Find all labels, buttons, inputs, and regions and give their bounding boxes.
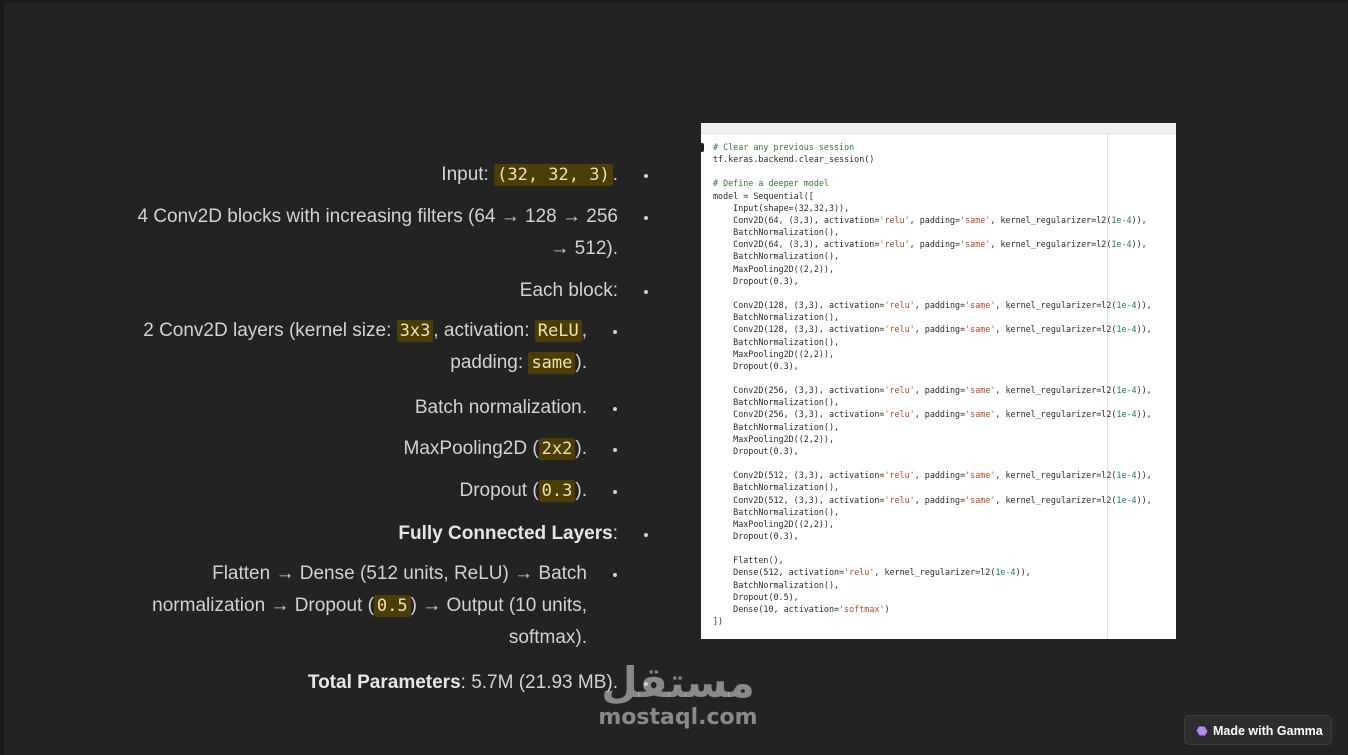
each-block-label: Each block: <box>519 280 618 301</box>
conv-blocks-line2: → 512). <box>550 238 618 259</box>
dropout-suffix: ). <box>575 480 587 501</box>
watermark-arabic: مستقل <box>601 658 755 707</box>
maxpool-label: MaxPooling2D ( <box>403 438 539 459</box>
maxpool-size-code: 2x2 <box>538 438 576 460</box>
conv-blocks-line1: 4 Conv2D blocks with increasing filters … <box>137 206 618 227</box>
bullet-dot <box>613 573 617 577</box>
dropout-label: Dropout ( <box>459 480 539 501</box>
maxpool-suffix: ). <box>575 438 587 459</box>
notebook-cell-header <box>701 123 1176 134</box>
conv-layers-line1: 2 Conv2D layers (kernel size: 3x3, activ… <box>143 315 587 347</box>
bullet-conv-layers: 2 Conv2D layers (kernel size: 3x3, activ… <box>143 315 587 379</box>
made-with-gamma-badge[interactable]: Made with Gamma <box>1184 715 1332 745</box>
bullet-dot <box>644 290 648 294</box>
bullet-dot <box>644 533 648 537</box>
flatten-line3: softmax). <box>508 627 587 648</box>
conv-layers-line2: padding: same). <box>143 347 587 379</box>
bullet-dot <box>613 490 617 494</box>
conv-layers-suffix: ). <box>575 352 587 373</box>
activation-code: ReLU <box>534 320 582 342</box>
gamma-logo-icon <box>1195 724 1209 738</box>
bullet-dot <box>613 330 617 334</box>
bullet-dot <box>644 174 648 178</box>
bullet-each-block: Each block: <box>520 275 618 307</box>
code-block: # Clear any previous session tf.keras.ba… <box>713 142 1152 627</box>
bullet-dot <box>613 448 617 452</box>
fully-connected-heading: Fully Connected Layers <box>398 523 613 544</box>
bullet-conv-blocks: 4 Conv2D blocks with increasing filters … <box>137 201 618 265</box>
cell-cursor-icon <box>701 143 704 152</box>
flatten-line2-prefix: normalization → Dropout ( <box>152 595 374 616</box>
conv-layers-comma: , <box>581 320 587 341</box>
kernel-size-code: 3x3 <box>396 320 434 342</box>
made-with-gamma-label: Made with Gamma <box>1213 724 1323 738</box>
watermark-latin: mostaql.com <box>598 705 758 730</box>
bullet-dot <box>613 407 617 411</box>
bullet-flatten: Flatten → Dense (512 units, ReLU) → Batc… <box>152 558 587 654</box>
slide: Input: (32, 32, 3). 4 Conv2D blocks with… <box>4 2 1348 755</box>
mostaql-watermark: مستقل mostaql.com <box>593 660 763 730</box>
bullet-input: Input: (32, 32, 3). <box>441 159 618 191</box>
bullet-dropout: Dropout (0.3). <box>459 475 587 507</box>
input-suffix: . <box>612 164 618 185</box>
dropout-rate-code: 0.3 <box>538 480 576 502</box>
bullet-dot <box>644 216 648 220</box>
code-screenshot: # Clear any previous session tf.keras.ba… <box>701 123 1176 639</box>
flatten-line2: normalization → Dropout (0.5) → Output (… <box>152 590 587 622</box>
bullet-total-params: Total Parameters: 5.7M (21.93 MB). <box>308 667 618 699</box>
input-label: Input: <box>441 164 495 185</box>
bullet-maxpool: MaxPooling2D (2x2). <box>403 433 587 465</box>
total-params-heading: Total Parameters <box>307 672 461 693</box>
flatten-line2-suffix: ) → Output (10 units, <box>410 595 587 616</box>
fully-connected-colon: : <box>612 523 618 544</box>
padding-label: padding: <box>450 352 529 373</box>
padding-code: same <box>528 352 576 374</box>
bullet-batch-norm: Batch normalization. <box>415 392 587 424</box>
conv-layers-mid: , activation: <box>433 320 535 341</box>
batch-norm-label: Batch normalization. <box>414 397 587 418</box>
input-shape-code: (32, 32, 3) <box>494 164 613 186</box>
final-dropout-code: 0.5 <box>373 595 411 617</box>
flatten-line1: Flatten → Dense (512 units, ReLU) → Batc… <box>212 563 587 584</box>
bullet-fully-connected: Fully Connected Layers: <box>398 518 618 550</box>
conv-layers-prefix: 2 Conv2D layers (kernel size: <box>143 320 397 341</box>
